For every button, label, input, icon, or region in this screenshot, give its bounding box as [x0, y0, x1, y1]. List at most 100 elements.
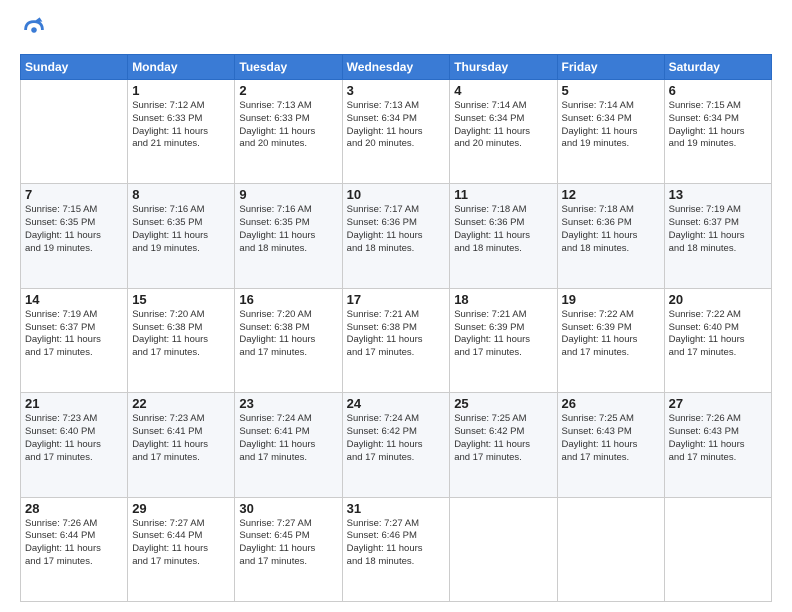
calendar: SundayMondayTuesdayWednesdayThursdayFrid… [20, 54, 772, 602]
day-number: 23 [239, 396, 337, 411]
calendar-cell: 13 Sunrise: 7:19 AM Sunset: 6:37 PM Dayli… [664, 184, 771, 288]
calendar-cell: 4Sunrise: 7:14 AM Sunset: 6:34 PM Daylig… [450, 80, 557, 184]
day-info: Sunrise: 7:15 AM Sunset: 6:35 PM Dayligh… [25, 204, 123, 255]
calendar-cell: 29Sunrise: 7:27 AM Sunset: 6:44 PM Dayli… [128, 497, 235, 601]
day-info: Sunrise: 7:23 AM Sunset: 6:41 PM Dayligh… [132, 413, 230, 464]
calendar-cell: 21 Sunrise: 7:23 AM Sunset: 6:40 PM Dayli… [21, 393, 128, 497]
calendar-cell: 19Sunrise: 7:22 AM Sunset: 6:39 PM Dayli… [557, 288, 664, 392]
day-of-week-header: Tuesday [235, 55, 342, 80]
day-number: 18 [454, 292, 552, 307]
day-number: 16 [239, 292, 337, 307]
calendar-week-row: 1 Sunrise: 7:12 AM Sunset: 6:33 PM Daylig… [21, 80, 772, 184]
day-number: 2 [239, 83, 337, 98]
calendar-cell: 23 Sunrise: 7:24 AM Sunset: 6:41 PM Dayli… [235, 393, 342, 497]
calendar-cell: 10Sunrise: 7:17 AM Sunset: 6:36 PM Dayli… [342, 184, 450, 288]
calendar-cell: 30 Sunrise: 7:27 AM Sunset: 6:45 PM Dayli… [235, 497, 342, 601]
day-info: Sunrise: 7:13 AM Sunset: 6:33 PM Dayligh… [239, 100, 337, 151]
calendar-cell: 22 Sunrise: 7:23 AM Sunset: 6:41 PM Dayli… [128, 393, 235, 497]
calendar-cell: 12 Sunrise: 7:18 AM Sunset: 6:36 PM Dayli… [557, 184, 664, 288]
calendar-cell: 18 Sunrise: 7:21 AM Sunset: 6:39 PM Dayli… [450, 288, 557, 392]
day-info: Sunrise: 7:24 AM Sunset: 6:41 PM Dayligh… [239, 413, 337, 464]
header-row: SundayMondayTuesdayWednesdayThursdayFrid… [21, 55, 772, 80]
calendar-cell: 27 Sunrise: 7:26 AM Sunset: 6:43 PM Dayli… [664, 393, 771, 497]
day-number: 7 [25, 187, 123, 202]
day-number: 13 [669, 187, 767, 202]
day-info: Sunrise: 7:22 AM Sunset: 6:40 PM Dayligh… [669, 309, 767, 360]
day-number: 4 [454, 83, 552, 98]
day-number: 5 [562, 83, 660, 98]
calendar-week-row: 21 Sunrise: 7:23 AM Sunset: 6:40 PM Dayli… [21, 393, 772, 497]
calendar-cell: 17 Sunrise: 7:21 AM Sunset: 6:38 PM Dayli… [342, 288, 450, 392]
day-info: Sunrise: 7:26 AM Sunset: 6:44 PM Dayligh… [25, 518, 123, 569]
calendar-week-row: 14 Sunrise: 7:19 AM Sunset: 6:37 PM Dayli… [21, 288, 772, 392]
day-info: Sunrise: 7:26 AM Sunset: 6:43 PM Dayligh… [669, 413, 767, 464]
logo-icon [20, 16, 48, 44]
day-of-week-header: Saturday [664, 55, 771, 80]
day-info: Sunrise: 7:18 AM Sunset: 6:36 PM Dayligh… [562, 204, 660, 255]
day-number: 24 [347, 396, 446, 411]
day-of-week-header: Friday [557, 55, 664, 80]
day-info: Sunrise: 7:20 AM Sunset: 6:38 PM Dayligh… [239, 309, 337, 360]
day-number: 31 [347, 501, 446, 516]
day-info: Sunrise: 7:24 AM Sunset: 6:42 PM Dayligh… [347, 413, 446, 464]
page-container: SundayMondayTuesdayWednesdayThursdayFrid… [0, 0, 792, 612]
day-info: Sunrise: 7:20 AM Sunset: 6:38 PM Dayligh… [132, 309, 230, 360]
day-info: Sunrise: 7:19 AM Sunset: 6:37 PM Dayligh… [25, 309, 123, 360]
calendar-cell: 5Sunrise: 7:14 AM Sunset: 6:34 PM Daylig… [557, 80, 664, 184]
calendar-cell: 16 Sunrise: 7:20 AM Sunset: 6:38 PM Dayli… [235, 288, 342, 392]
calendar-week-row: 7 Sunrise: 7:15 AM Sunset: 6:35 PM Daylig… [21, 184, 772, 288]
day-info: Sunrise: 7:27 AM Sunset: 6:46 PM Dayligh… [347, 518, 446, 569]
day-info: Sunrise: 7:15 AM Sunset: 6:34 PM Dayligh… [669, 100, 767, 151]
day-number: 3 [347, 83, 446, 98]
calendar-cell [557, 497, 664, 601]
calendar-cell: 25Sunrise: 7:25 AM Sunset: 6:42 PM Dayli… [450, 393, 557, 497]
day-of-week-header: Monday [128, 55, 235, 80]
day-number: 12 [562, 187, 660, 202]
calendar-cell: 31 Sunrise: 7:27 AM Sunset: 6:46 PM Dayli… [342, 497, 450, 601]
day-number: 22 [132, 396, 230, 411]
day-number: 28 [25, 501, 123, 516]
calendar-cell: 11 Sunrise: 7:18 AM Sunset: 6:36 PM Dayli… [450, 184, 557, 288]
calendar-cell: 20 Sunrise: 7:22 AM Sunset: 6:40 PM Dayli… [664, 288, 771, 392]
day-number: 25 [454, 396, 552, 411]
calendar-cell: 28 Sunrise: 7:26 AM Sunset: 6:44 PM Dayli… [21, 497, 128, 601]
calendar-cell: 26 Sunrise: 7:25 AM Sunset: 6:43 PM Dayli… [557, 393, 664, 497]
day-number: 21 [25, 396, 123, 411]
day-info: Sunrise: 7:13 AM Sunset: 6:34 PM Dayligh… [347, 100, 446, 151]
day-info: Sunrise: 7:23 AM Sunset: 6:40 PM Dayligh… [25, 413, 123, 464]
day-number: 20 [669, 292, 767, 307]
calendar-cell: 2 Sunrise: 7:13 AM Sunset: 6:33 PM Daylig… [235, 80, 342, 184]
calendar-cell: 8Sunrise: 7:16 AM Sunset: 6:35 PM Daylig… [128, 184, 235, 288]
day-number: 17 [347, 292, 446, 307]
day-number: 8 [132, 187, 230, 202]
day-number: 1 [132, 83, 230, 98]
day-info: Sunrise: 7:27 AM Sunset: 6:45 PM Dayligh… [239, 518, 337, 569]
calendar-week-row: 28 Sunrise: 7:26 AM Sunset: 6:44 PM Dayli… [21, 497, 772, 601]
day-info: Sunrise: 7:21 AM Sunset: 6:39 PM Dayligh… [454, 309, 552, 360]
day-number: 14 [25, 292, 123, 307]
day-number: 11 [454, 187, 552, 202]
day-number: 26 [562, 396, 660, 411]
day-number: 15 [132, 292, 230, 307]
day-number: 9 [239, 187, 337, 202]
day-info: Sunrise: 7:22 AM Sunset: 6:39 PM Dayligh… [562, 309, 660, 360]
calendar-cell: 15 Sunrise: 7:20 AM Sunset: 6:38 PM Dayli… [128, 288, 235, 392]
day-number: 27 [669, 396, 767, 411]
day-info: Sunrise: 7:19 AM Sunset: 6:37 PM Dayligh… [669, 204, 767, 255]
day-number: 6 [669, 83, 767, 98]
day-info: Sunrise: 7:21 AM Sunset: 6:38 PM Dayligh… [347, 309, 446, 360]
day-info: Sunrise: 7:25 AM Sunset: 6:43 PM Dayligh… [562, 413, 660, 464]
calendar-cell: 14 Sunrise: 7:19 AM Sunset: 6:37 PM Dayli… [21, 288, 128, 392]
day-info: Sunrise: 7:27 AM Sunset: 6:44 PM Dayligh… [132, 518, 230, 569]
header [20, 16, 772, 44]
day-of-week-header: Thursday [450, 55, 557, 80]
day-number: 30 [239, 501, 337, 516]
calendar-cell: 24 Sunrise: 7:24 AM Sunset: 6:42 PM Dayli… [342, 393, 450, 497]
logo [20, 16, 52, 44]
day-of-week-header: Wednesday [342, 55, 450, 80]
day-info: Sunrise: 7:16 AM Sunset: 6:35 PM Dayligh… [239, 204, 337, 255]
day-info: Sunrise: 7:12 AM Sunset: 6:33 PM Dayligh… [132, 100, 230, 151]
calendar-cell [21, 80, 128, 184]
day-info: Sunrise: 7:18 AM Sunset: 6:36 PM Dayligh… [454, 204, 552, 255]
calendar-cell: 1 Sunrise: 7:12 AM Sunset: 6:33 PM Daylig… [128, 80, 235, 184]
